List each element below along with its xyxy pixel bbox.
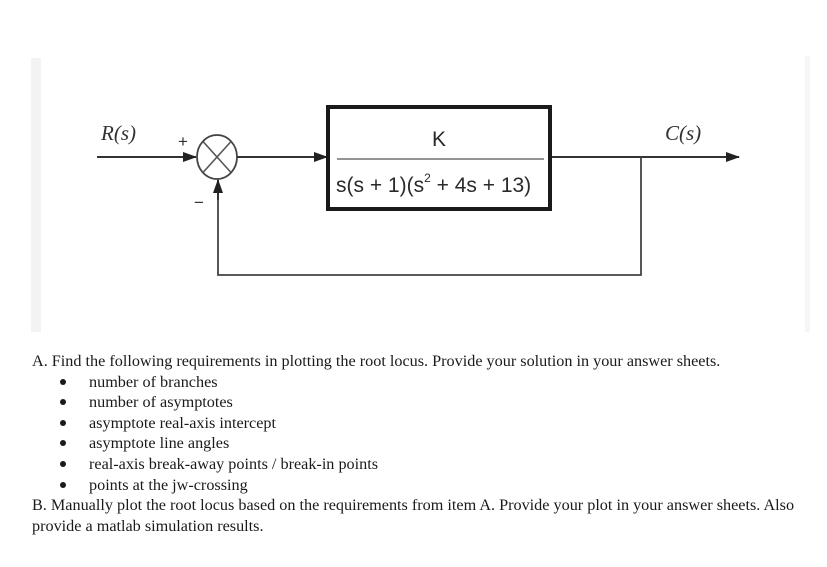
list-item: asymptote line angles [32, 433, 812, 454]
requirements-list: number of branches number of asymptotes … [32, 372, 812, 496]
transfer-function-block: K s(s + 1)(s2 + 4s + 13) [326, 105, 552, 211]
output-signal-label: C(s) [665, 121, 701, 145]
list-item: points at the jw-crossing [32, 475, 812, 496]
bullet-icon [60, 481, 66, 488]
list-item-text: real-axis break-away points / break-in p… [89, 454, 379, 473]
denominator-part1: s(s + 1)(s [336, 174, 424, 197]
plus-sign: + [178, 132, 188, 151]
block-diagram: R(s) + − K s(s + 1)(s2 + 4s + 13) C(s) [97, 105, 740, 276]
list-item: asymptote real-axis intercept [32, 413, 812, 434]
list-item: number of asymptotes [32, 392, 812, 413]
minus-sign: − [194, 193, 204, 212]
list-item-text: points at the jw-crossing [89, 475, 248, 494]
list-item-text: asymptote real-axis intercept [89, 413, 276, 432]
bullet-icon [60, 399, 66, 406]
bullet-icon [60, 460, 66, 467]
bullet-icon [60, 440, 66, 447]
summing-junction [196, 134, 238, 180]
list-item-text: number of asymptotes [89, 393, 233, 412]
part-a-prompt: A. Find the following requirements in pl… [32, 352, 721, 370]
list-item-text: number of branches [89, 372, 218, 391]
input-signal-label: R(s) [100, 121, 136, 145]
block-denominator: s(s + 1)(s2 + 4s + 13) [336, 171, 531, 197]
question-text: A. Find the following requirements in pl… [32, 351, 812, 536]
part-b-prompt: B. Manually plot the root locus based on… [32, 496, 795, 535]
bullet-icon [60, 419, 66, 426]
bullet-icon [60, 378, 66, 385]
denominator-part2: + 4s + 13) [431, 174, 531, 197]
list-item-text: asymptote line angles [89, 434, 230, 453]
block-numerator: K [432, 128, 446, 151]
list-item: real-axis break-away points / break-in p… [32, 454, 812, 475]
list-item: number of branches [32, 372, 812, 393]
